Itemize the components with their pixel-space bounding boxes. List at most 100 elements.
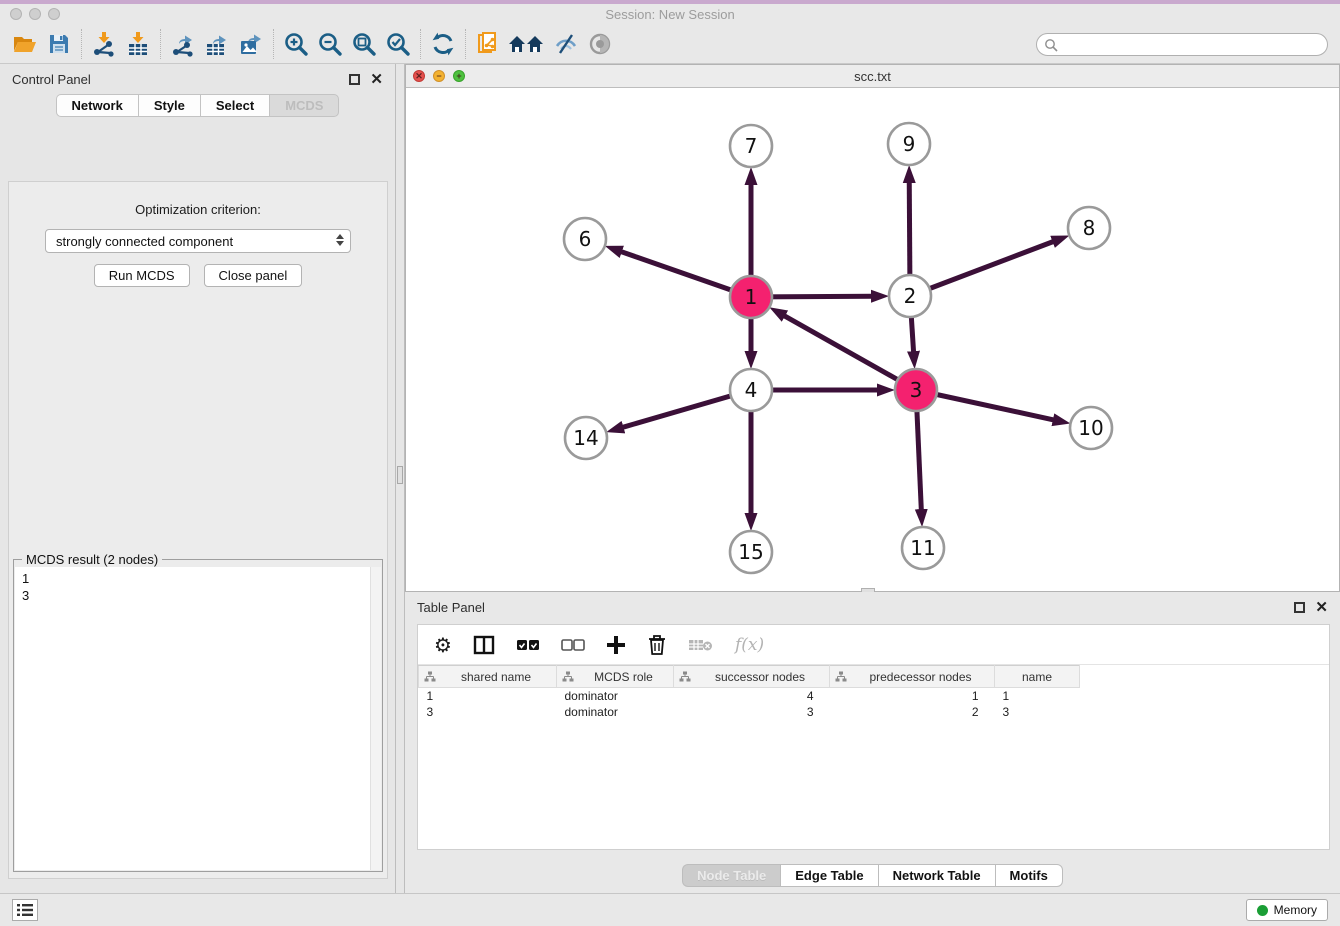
panel-splitter[interactable] — [395, 64, 405, 893]
graph-node-label-15: 15 — [738, 540, 763, 564]
zoom-selected-icon — [385, 31, 411, 57]
import-network-button[interactable] — [87, 28, 121, 60]
toolbar-separator — [273, 29, 274, 59]
node-table-content: ⚙ f(x) shared name MCDS role successor n… — [417, 624, 1330, 850]
refresh-layout-button[interactable] — [426, 28, 460, 60]
task-history-button[interactable] — [12, 899, 38, 921]
column-header-successor-nodes[interactable]: successor nodes — [674, 666, 830, 688]
tab-edge-table[interactable]: Edge Table — [780, 864, 877, 887]
list-icon — [16, 903, 34, 917]
table-row[interactable]: 1 dominator 4 1 1 — [419, 688, 1080, 704]
zoom-in-button[interactable] — [279, 28, 313, 60]
network-graph[interactable]: 7968124314101511 — [406, 88, 1339, 591]
first-neighbors-icon — [507, 32, 547, 56]
tab-mcds[interactable]: MCDS — [269, 94, 339, 117]
attribute-icon — [679, 671, 691, 683]
column-header-predecessor-nodes[interactable]: predecessor nodes — [830, 666, 995, 688]
node-table: shared name MCDS role successor nodes pr… — [418, 665, 1080, 720]
save-session-button[interactable] — [42, 28, 76, 60]
refresh-layout-icon — [431, 32, 455, 56]
tab-network-table[interactable]: Network Table — [878, 864, 995, 887]
graph-node-label-14: 14 — [573, 426, 598, 450]
zoom-out-icon — [317, 31, 343, 57]
graph-edge-3-1 — [783, 315, 916, 390]
column-header-mcds-role[interactable]: MCDS role — [557, 666, 674, 688]
tab-select[interactable]: Select — [200, 94, 269, 117]
zoom-fit-button[interactable] — [347, 28, 381, 60]
show-all-button[interactable] — [583, 28, 617, 60]
column-header-shared-name[interactable]: shared name — [419, 666, 557, 688]
export-image-button[interactable] — [234, 28, 268, 60]
first-neighbors-button[interactable] — [505, 28, 549, 60]
split-view-icon[interactable] — [473, 635, 495, 655]
export-table-button[interactable] — [200, 28, 234, 60]
titlebar: Session: New Session — [0, 4, 1340, 25]
graph-node-label-2: 2 — [904, 284, 917, 308]
attribute-icon — [424, 671, 436, 683]
window-title: Session: New Session — [0, 7, 1340, 22]
attribute-icon — [562, 671, 574, 683]
add-column-icon[interactable] — [606, 635, 626, 655]
mcds-result-text[interactable]: 1 3 — [15, 567, 381, 870]
toolbar-separator — [160, 29, 161, 59]
hide-selected-button[interactable] — [549, 28, 583, 60]
graph-edge-2-8 — [910, 241, 1054, 296]
search-icon — [1044, 38, 1058, 52]
select-all-icon[interactable] — [516, 638, 540, 652]
column-header-name[interactable]: name — [995, 666, 1080, 688]
save-session-icon — [47, 32, 71, 56]
graph-node-label-10: 10 — [1078, 416, 1103, 440]
network-window-titlebar[interactable]: ✕ − + scc.txt — [406, 65, 1339, 88]
control-panel: Control Panel ✕ Network Style Select MCD… — [0, 64, 395, 893]
table-panel: Table Panel ✕ ⚙ f(x) shared name MCDS ro… — [405, 592, 1340, 893]
tab-network[interactable]: Network — [56, 94, 138, 117]
splitter-grip[interactable] — [397, 466, 403, 484]
network-from-selection-button[interactable] — [471, 28, 505, 60]
table-row[interactable]: 3 dominator 3 2 3 — [419, 704, 1080, 720]
close-table-panel-icon[interactable]: ✕ — [1315, 600, 1328, 615]
hide-selected-icon — [553, 31, 579, 57]
float-table-panel-icon[interactable] — [1294, 602, 1305, 613]
export-network-icon — [170, 31, 196, 57]
network-view-window: ✕ − + scc.txt 7968124314101511 — [405, 64, 1340, 592]
import-network-icon — [91, 31, 117, 57]
zoom-out-button[interactable] — [313, 28, 347, 60]
search-input[interactable] — [1036, 33, 1328, 56]
import-table-button[interactable] — [121, 28, 155, 60]
close-panel-button[interactable]: Close panel — [204, 264, 303, 287]
dropdown-value: strongly connected component — [56, 234, 233, 249]
optimization-criterion-dropdown[interactable]: strongly connected component — [45, 229, 351, 253]
tab-node-table[interactable]: Node Table — [682, 864, 780, 887]
open-file-icon — [12, 32, 38, 56]
toolbar-separator — [465, 29, 466, 59]
function-icon[interactable]: f(x) — [735, 635, 764, 655]
delete-table-icon[interactable] — [688, 636, 714, 654]
import-table-icon — [125, 31, 151, 57]
search-field-wrap — [1036, 33, 1328, 56]
float-panel-icon[interactable] — [349, 74, 360, 85]
deselect-all-icon[interactable] — [561, 638, 585, 652]
run-mcds-button[interactable]: Run MCDS — [94, 264, 190, 287]
zoom-fit-icon — [351, 31, 377, 57]
memory-button[interactable]: Memory — [1246, 899, 1328, 921]
zoom-selected-button[interactable] — [381, 28, 415, 60]
main-toolbar — [0, 25, 1340, 64]
open-file-button[interactable] — [8, 28, 42, 60]
mcds-result-title: MCDS result (2 nodes) — [22, 552, 162, 567]
graph-node-label-11: 11 — [910, 536, 935, 560]
gear-icon[interactable]: ⚙ — [434, 635, 452, 655]
export-network-button[interactable] — [166, 28, 200, 60]
close-panel-icon[interactable]: ✕ — [370, 72, 383, 87]
delete-column-icon[interactable] — [647, 634, 667, 656]
optimization-criterion-label: Optimization criterion: — [9, 202, 387, 217]
tab-style[interactable]: Style — [138, 94, 200, 117]
graph-node-label-9: 9 — [903, 132, 916, 156]
show-all-icon — [587, 31, 613, 57]
result-scrollbar[interactable] — [370, 567, 381, 870]
tab-motifs[interactable]: Motifs — [995, 864, 1063, 887]
network-from-selection-icon — [475, 31, 501, 57]
mcds-tab-content: Optimization criterion: strongly connect… — [8, 181, 388, 879]
network-view-title: scc.txt — [406, 69, 1339, 84]
graph-node-label-8: 8 — [1083, 216, 1096, 240]
export-image-icon — [238, 31, 264, 57]
